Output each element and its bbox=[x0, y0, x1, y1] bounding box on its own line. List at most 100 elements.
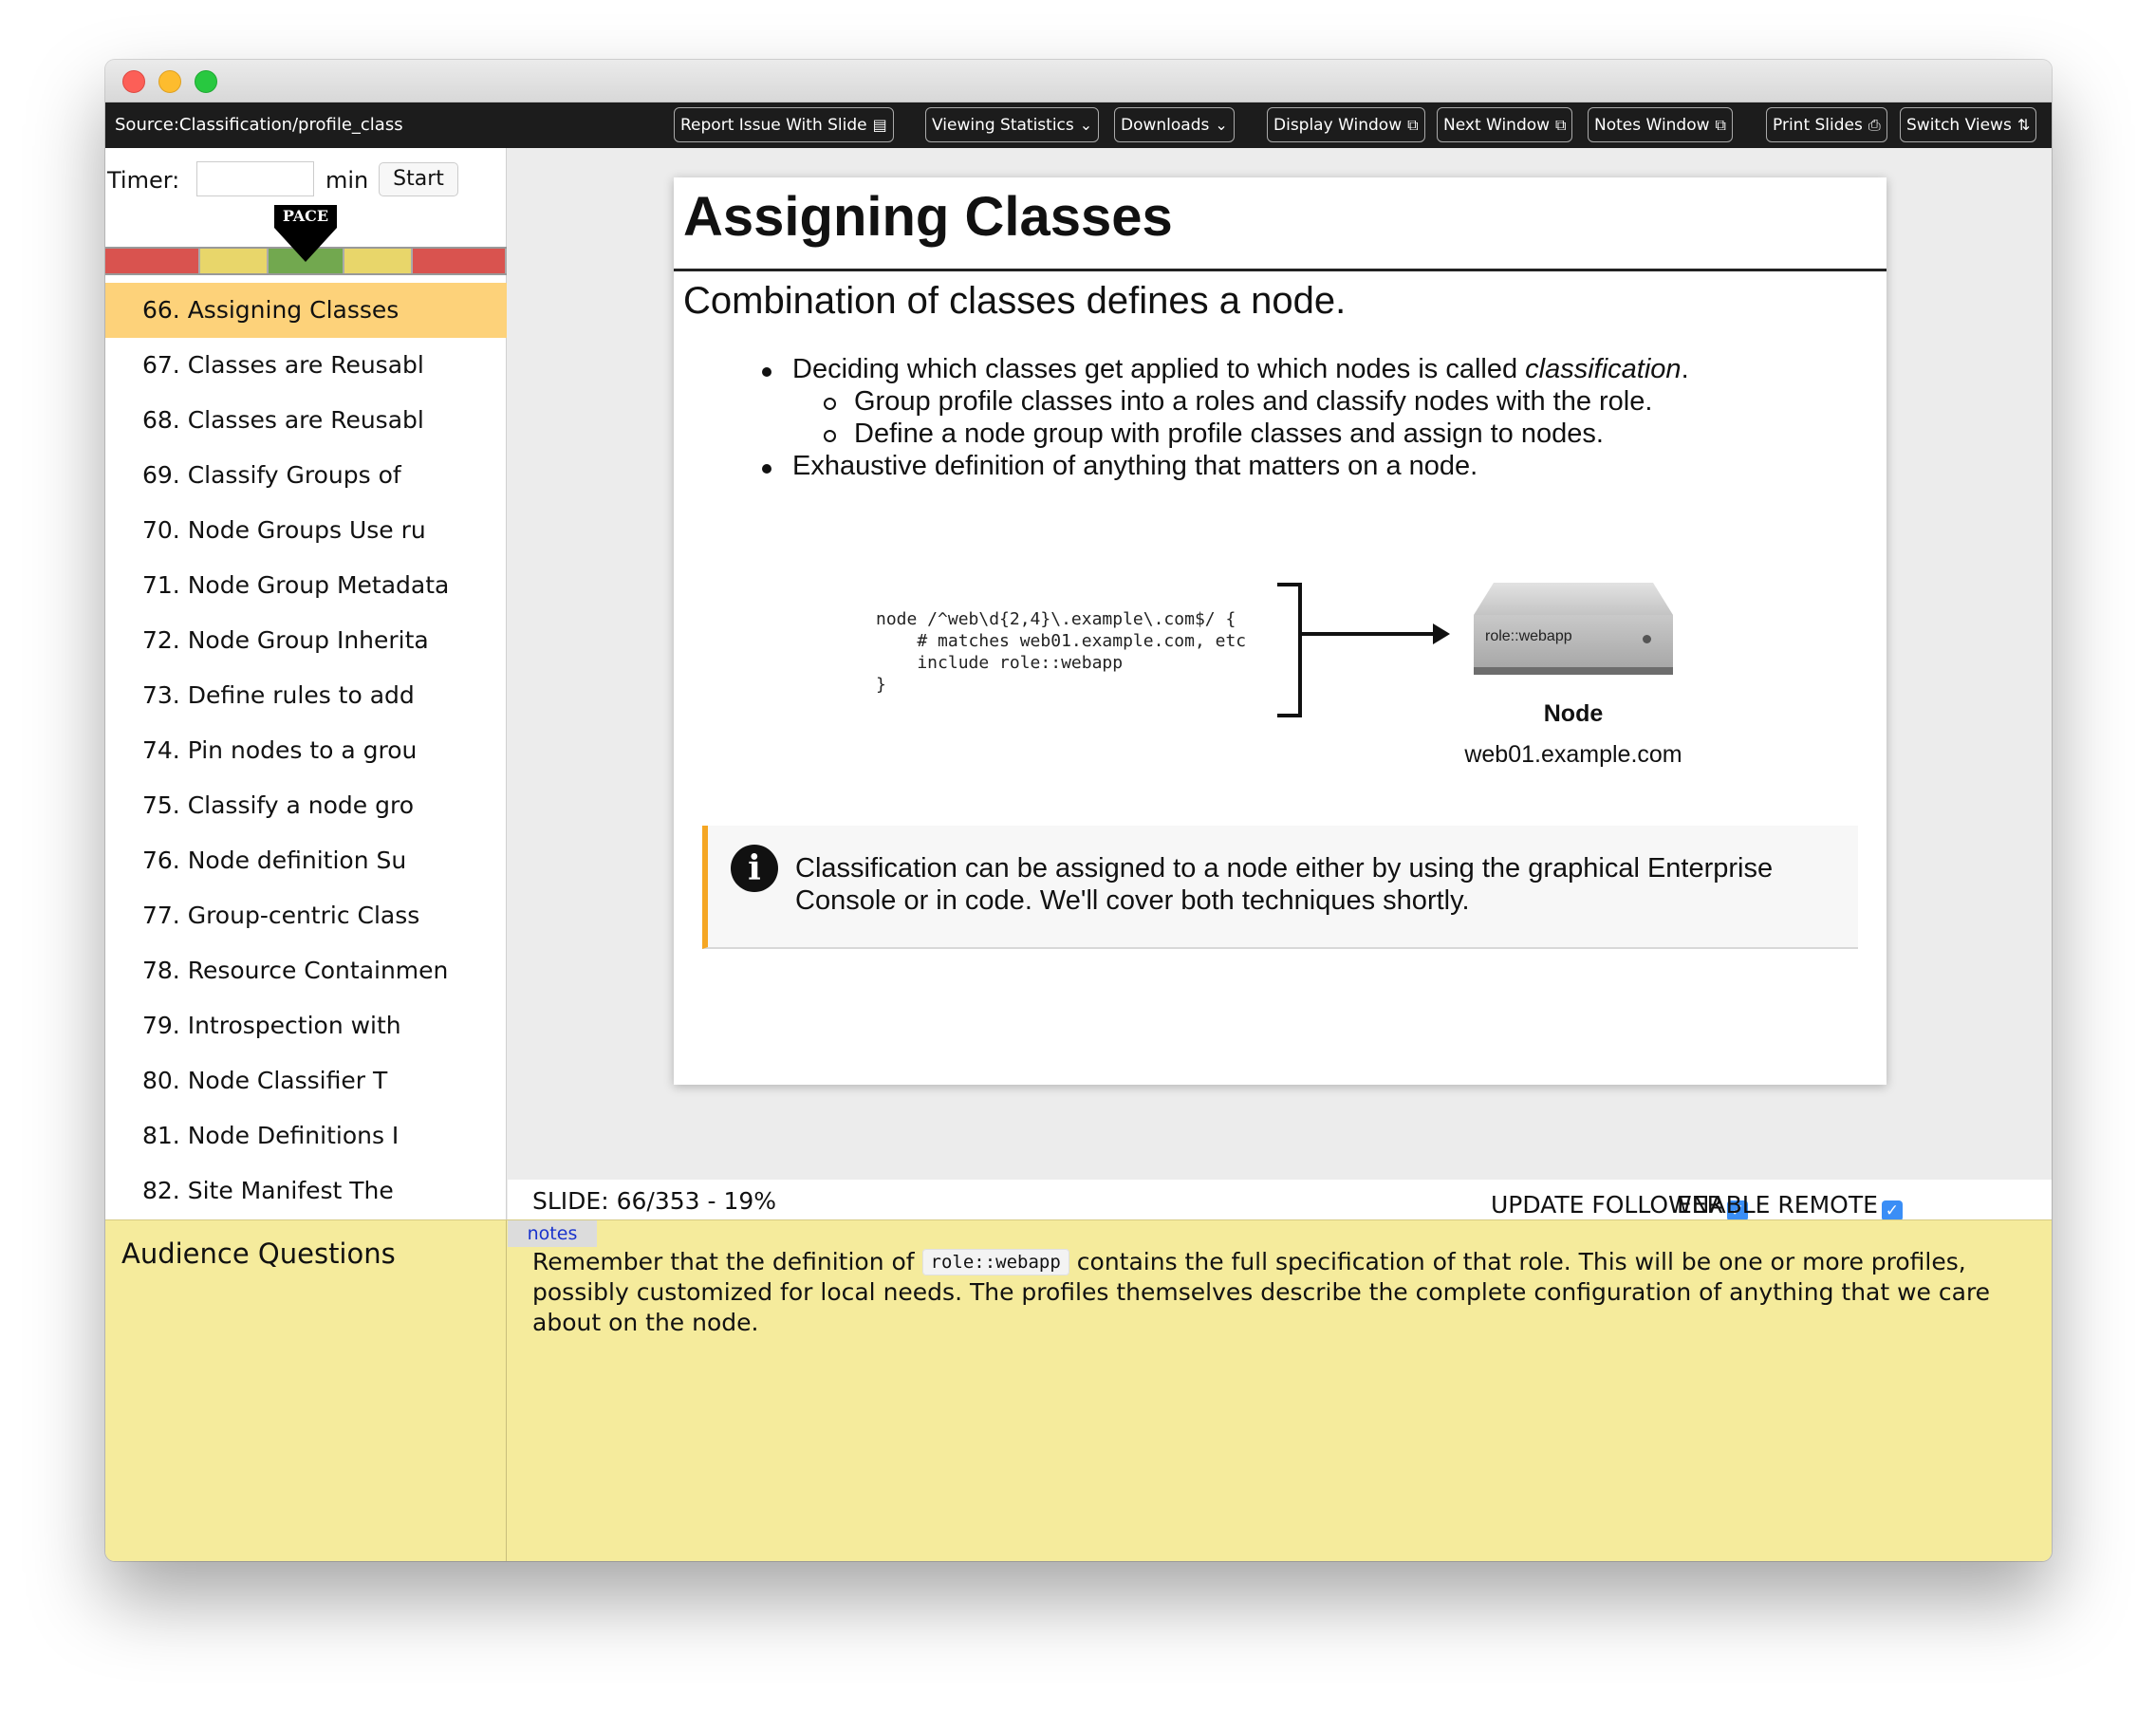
report-issue-button[interactable]: Report Issue With Slide ▤ bbox=[674, 107, 894, 142]
source-path: Source:Classification/profile_class bbox=[115, 115, 403, 135]
swap-icon: ⇅ bbox=[2017, 116, 2031, 134]
timer-unit: min bbox=[325, 167, 369, 194]
node-title: Node bbox=[1543, 700, 1604, 727]
slide-list-item[interactable]: 73. Define rules to add bbox=[105, 668, 507, 723]
sidebar: Timer: min Start PACE 66. Assigning Clas… bbox=[105, 148, 507, 1219]
report-issue-label: Report Issue With Slide bbox=[680, 116, 867, 135]
timer: Timer: min Start bbox=[105, 159, 507, 197]
pace-label: PACE bbox=[274, 205, 337, 228]
slide-list-item[interactable]: 76. Node definition Su bbox=[105, 833, 507, 888]
slide-subtitle: Combination of classes defines a node. bbox=[683, 280, 1347, 322]
bullet-item: Deciding which classes get applied to wh… bbox=[762, 354, 1689, 385]
switch-views-label: Switch Views bbox=[1906, 116, 2012, 135]
enable-remote-label: ENABLE REMOTE bbox=[1677, 1191, 1878, 1219]
bottom-panel: Audience Questions notes Remember that t… bbox=[105, 1219, 2052, 1561]
slide-list-item[interactable]: 69. Classify Groups of bbox=[105, 448, 507, 503]
new-window-icon: ⧉ bbox=[1715, 116, 1726, 134]
callout-text: Classification can be assigned to a node… bbox=[795, 853, 1774, 916]
timer-start-button[interactable]: Start bbox=[379, 162, 458, 196]
notes-tab[interactable]: notes bbox=[508, 1220, 597, 1247]
slide-list-item[interactable]: 77. Group-centric Class bbox=[105, 888, 507, 943]
presenter-window: Source:Classification/profile_class Repo… bbox=[105, 60, 2052, 1561]
next-window-label: Next Window bbox=[1443, 116, 1551, 135]
node-hostname: web01.example.com bbox=[1464, 741, 1682, 768]
zoom-window-button[interactable] bbox=[195, 70, 217, 93]
slide-list-item[interactable]: 81. Node Definitions I bbox=[105, 1108, 507, 1163]
viewing-statistics-label: Viewing Statistics bbox=[932, 116, 1074, 135]
notes-window-label: Notes Window bbox=[1594, 116, 1710, 135]
slide-list-item[interactable]: 71. Node Group Metadata bbox=[105, 558, 507, 613]
display-window-button[interactable]: Display Window ⧉ bbox=[1267, 107, 1425, 142]
slide-list-item[interactable]: 66. Assigning Classes bbox=[105, 283, 507, 338]
bullet-text: Deciding which classes get applied to wh… bbox=[792, 354, 1526, 384]
slide-list-item[interactable]: 70. Node Groups Use ru bbox=[105, 503, 507, 558]
slide-list-item[interactable]: 79. Introspection with bbox=[105, 998, 507, 1053]
pace-marker: PACE bbox=[274, 205, 337, 266]
slide-title: Assigning Classes bbox=[683, 186, 1173, 248]
slide-list-item[interactable]: 75. Classify a node gro bbox=[105, 778, 507, 833]
audience-questions-panel: Audience Questions bbox=[105, 1220, 507, 1561]
display-window-label: Display Window bbox=[1273, 116, 1403, 135]
server-led bbox=[1643, 635, 1651, 643]
server-top bbox=[1474, 583, 1673, 615]
close-window-button[interactable] bbox=[122, 70, 145, 93]
status-bar: SLIDE: 66/353 - 19% UPDATE FOLLOWER ✓ ENA… bbox=[508, 1180, 2052, 1221]
sub-bullet-item: Group profile classes into a roles and c… bbox=[823, 386, 1653, 417]
title-divider bbox=[674, 269, 1886, 271]
main-panel: Assigning Classes Combination of classes… bbox=[508, 148, 2052, 1221]
server-base bbox=[1474, 667, 1673, 675]
pace-segment bbox=[344, 249, 413, 273]
enable-remote-toggle[interactable]: ENABLE REMOTE ✓ bbox=[1677, 1191, 1903, 1221]
switch-views-button[interactable]: Switch Views ⇅ bbox=[1900, 107, 2037, 142]
current-slide: Assigning Classes Combination of classes… bbox=[674, 177, 1886, 1085]
info-icon: i bbox=[731, 845, 778, 892]
pace-segment bbox=[200, 249, 269, 273]
downloads-label: Downloads bbox=[1121, 116, 1210, 135]
slide-list-item[interactable]: 72. Node Group Inherita bbox=[105, 613, 507, 668]
code-sample: node /^web\d{2,4}\.example\.com$/ { # ma… bbox=[876, 609, 1247, 695]
presenter-notes: Remember that the definition of role::we… bbox=[532, 1247, 2032, 1338]
minimize-window-button[interactable] bbox=[158, 70, 181, 93]
bullet-tail: . bbox=[1681, 354, 1689, 384]
slide-list-item[interactable]: 67. Classes are Reusabl bbox=[105, 338, 507, 393]
sub-bullet-item: Define a node group with profile classes… bbox=[824, 419, 1604, 449]
arrow-line bbox=[1302, 632, 1437, 636]
arrow-right-icon bbox=[1433, 623, 1450, 644]
info-callout: i Classification can be assigned to a no… bbox=[702, 826, 1858, 949]
slide-list-item[interactable]: 80. Node Classifier T bbox=[105, 1053, 507, 1108]
notes-window-button[interactable]: Notes Window ⧉ bbox=[1588, 107, 1733, 142]
slide-list-item[interactable]: 82. Site Manifest The bbox=[105, 1163, 507, 1219]
chevron-down-icon: ⌄ bbox=[1215, 116, 1228, 134]
viewing-statistics-button[interactable]: Viewing Statistics ⌄ bbox=[925, 107, 1100, 142]
title-bar bbox=[105, 60, 2052, 102]
print-slides-label: Print Slides bbox=[1773, 116, 1863, 135]
printer-icon: ⎙ bbox=[1868, 116, 1881, 134]
server-icon: role::webapp bbox=[1474, 583, 1673, 678]
next-window-button[interactable]: Next Window ⧉ bbox=[1437, 107, 1573, 142]
audience-questions-title: Audience Questions bbox=[121, 1237, 396, 1270]
chevron-down-icon: ⌄ bbox=[1079, 116, 1093, 134]
bullet-item: Exhaustive definition of anything that m… bbox=[761, 451, 1478, 481]
slide-list-item[interactable]: 78. Resource Containmen bbox=[105, 943, 507, 998]
new-window-icon: ⧉ bbox=[1555, 116, 1567, 134]
downloads-button[interactable]: Downloads ⌄ bbox=[1114, 107, 1235, 142]
slide-list-item[interactable]: 68. Classes are Reusabl bbox=[105, 393, 507, 448]
notes-code: role::webapp bbox=[921, 1249, 1069, 1275]
pace-segment bbox=[105, 249, 200, 273]
slide-list-item[interactable]: 74. Pin nodes to a grou bbox=[105, 723, 507, 778]
slide-list: 66. Assigning Classes 67. Classes are Reu… bbox=[105, 283, 507, 1219]
presenter-toolbar: Source:Classification/profile_class Repo… bbox=[105, 102, 2052, 148]
print-slides-button[interactable]: Print Slides ⎙ bbox=[1766, 107, 1887, 142]
bracket-shape bbox=[1277, 583, 1302, 717]
notes-text-before: Remember that the definition of bbox=[532, 1248, 922, 1275]
new-window-icon: ⧉ bbox=[1407, 116, 1419, 134]
timer-label: Timer: bbox=[107, 167, 180, 194]
checkbox-checked-icon[interactable]: ✓ bbox=[1881, 1200, 1903, 1221]
list-icon: ▤ bbox=[872, 116, 887, 134]
pace-segment bbox=[413, 249, 507, 273]
slide-counter: SLIDE: 66/353 - 19% bbox=[532, 1187, 777, 1215]
server-label: role::webapp bbox=[1485, 628, 1572, 644]
bullet-emphasis: classification bbox=[1525, 354, 1682, 384]
pace-arrow-icon bbox=[274, 228, 337, 262]
timer-input[interactable] bbox=[196, 161, 314, 196]
